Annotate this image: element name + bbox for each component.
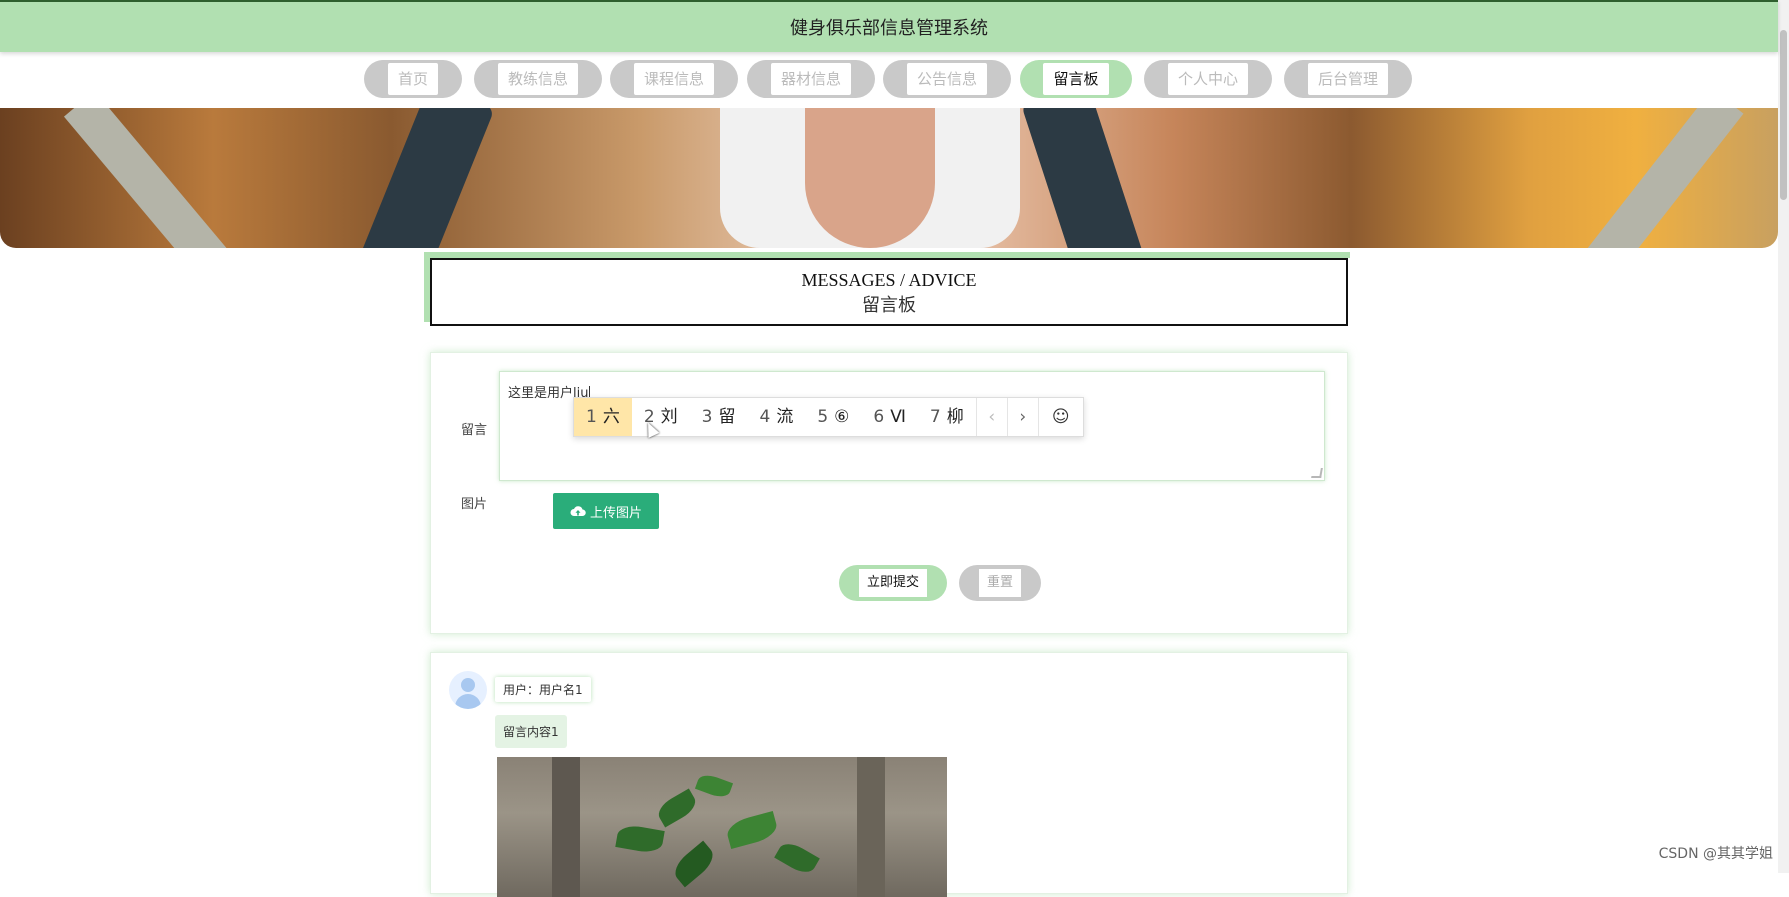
- avatar: [449, 671, 487, 709]
- ime-candidate-num: 7: [929, 407, 941, 427]
- message-user: 用户：用户名1: [495, 677, 591, 702]
- ime-next-icon[interactable]: ›: [1006, 398, 1038, 436]
- upload-label: 上传图片: [589, 504, 642, 520]
- app-title: 健身俱乐部信息管理系统: [790, 18, 988, 39]
- message-form: 留言 这里是用户liu 1六 2刘 3留 4流 5⑥ 6Ⅵ 7柳 ‹ › ☺ 图…: [430, 352, 1348, 634]
- nav-label: 个人中心: [1167, 63, 1248, 95]
- message-label: 留言: [461, 423, 488, 438]
- ime-candidate-num: 3: [701, 407, 713, 427]
- image-label: 图片: [461, 497, 488, 512]
- ime-candidate[interactable]: 7柳: [918, 398, 976, 436]
- nav-notice-info[interactable]: 公告信息: [883, 60, 1011, 98]
- page-title-box: MESSAGES / ADVICE 留言板: [430, 258, 1348, 326]
- reset-button[interactable]: 重置: [959, 565, 1041, 601]
- nav-label: 器材信息: [770, 63, 851, 95]
- page-title-en: MESSAGES / ADVICE: [801, 270, 977, 290]
- main-nav: 首页 教练信息 课程信息 器材信息 公告信息 留言板 个人中心 后台管理: [0, 60, 1778, 98]
- ime-candidate-num: 6: [873, 407, 885, 427]
- nav-message-board[interactable]: 留言板: [1020, 60, 1132, 98]
- ime-candidate-text: 六: [602, 407, 620, 427]
- nav-label: 留言板: [1043, 63, 1109, 95]
- resize-handle[interactable]: [1311, 468, 1323, 478]
- ime-candidate-num: 1: [586, 407, 597, 427]
- ime-candidate-text: Ⅵ: [890, 407, 906, 427]
- nav-label: 教练信息: [497, 63, 578, 95]
- nav-label: 课程信息: [633, 63, 714, 95]
- watermark: CSDN @其其学姐: [1658, 846, 1773, 862]
- nav-equipment-info[interactable]: 器材信息: [747, 60, 875, 98]
- ime-candidate-text: 刘: [660, 407, 678, 427]
- message-item: 用户：用户名1 留言内容1: [430, 652, 1348, 897]
- nav-coach-info[interactable]: 教练信息: [474, 60, 602, 98]
- ime-candidate[interactable]: 2刘: [632, 398, 690, 436]
- ime-candidate-text: 留: [718, 407, 736, 427]
- ime-candidate-text: 柳: [946, 407, 964, 427]
- page-title-cn: 留言板: [862, 295, 916, 315]
- nav-personal-center[interactable]: 个人中心: [1144, 60, 1272, 98]
- nav-label: 公告信息: [906, 63, 987, 95]
- message-photo[interactable]: [497, 757, 947, 897]
- submit-button[interactable]: 立即提交: [839, 565, 947, 601]
- reset-label: 重置: [978, 569, 1021, 597]
- ime-candidate[interactable]: 5⑥: [805, 398, 861, 436]
- nav-label: 首页: [387, 63, 438, 95]
- banner-image: [0, 108, 1778, 248]
- header-bar: 健身俱乐部信息管理系统: [0, 0, 1778, 52]
- ime-candidate[interactable]: 6Ⅵ: [861, 398, 918, 436]
- page-scrollbar[interactable]: [1778, 0, 1789, 873]
- ime-candidate-text: ⑥: [834, 407, 850, 427]
- ime-candidate[interactable]: 4流: [747, 398, 805, 436]
- ime-prev-icon[interactable]: ‹: [975, 398, 1007, 436]
- ime-candidate-text: 流: [776, 407, 794, 427]
- message-content: 留言内容1: [495, 715, 567, 748]
- nav-admin[interactable]: 后台管理: [1284, 60, 1412, 98]
- emoji-icon[interactable]: ☺: [1037, 398, 1083, 436]
- upload-image-button[interactable]: 上传图片: [553, 493, 659, 529]
- nav-home[interactable]: 首页: [364, 60, 462, 98]
- nav-label: 后台管理: [1307, 63, 1388, 95]
- ime-candidate-num: 5: [817, 407, 829, 427]
- nav-course-info[interactable]: 课程信息: [610, 60, 738, 98]
- ime-candidate[interactable]: 1六: [574, 398, 632, 436]
- scrollbar-thumb[interactable]: [1780, 30, 1787, 200]
- ime-candidate-num: 4: [759, 407, 771, 427]
- submit-label: 立即提交: [858, 569, 927, 597]
- ime-candidate[interactable]: 3留: [690, 398, 748, 436]
- cloud-upload-icon: [570, 506, 586, 516]
